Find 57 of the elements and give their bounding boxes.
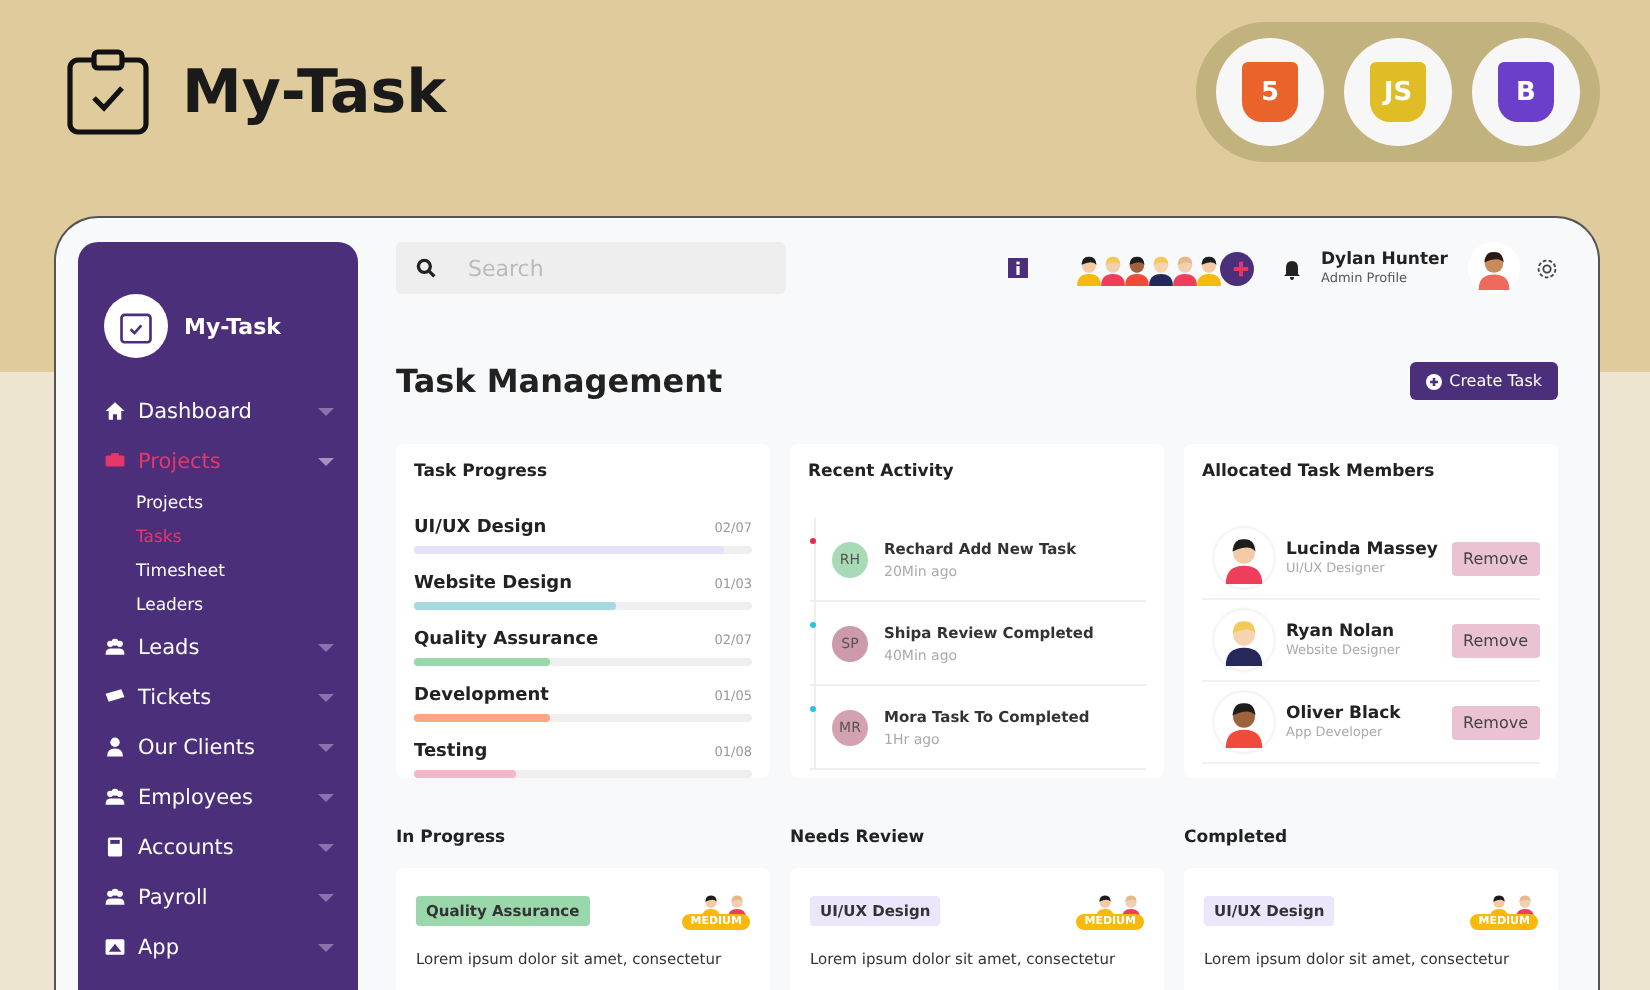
page-title: Task Management	[396, 362, 723, 400]
card-title: Recent Activity	[808, 462, 956, 482]
person-icon	[104, 736, 126, 758]
team-avatar-icon	[1167, 251, 1201, 285]
picture-icon	[104, 936, 126, 958]
progress-label: Development	[414, 686, 549, 706]
member-name: Ryan Nolan	[1286, 622, 1397, 642]
sidebar-item[interactable]: Our Clients	[104, 722, 358, 772]
card-title: Task Progress	[414, 462, 550, 482]
sidebar-item[interactable]: Tickets	[104, 672, 358, 722]
sidebar-item[interactable]: Employees	[104, 772, 358, 822]
team-avatar-icon	[1071, 251, 1105, 285]
add-member-icon[interactable]	[1219, 251, 1253, 285]
calculator-icon	[104, 836, 126, 858]
settings-icon[interactable]	[1536, 257, 1558, 279]
home-icon	[104, 400, 126, 422]
progress-label: Website Design	[414, 574, 573, 594]
js-logo-icon: JS	[1344, 38, 1452, 146]
progress-label: Testing	[414, 742, 488, 762]
column-title: In Progress	[396, 828, 508, 848]
clipboard-check-icon	[66, 48, 150, 136]
bootstrap-logo-icon: B	[1472, 38, 1580, 146]
progress-label: UI/UX Design	[414, 518, 547, 538]
sidebar-item[interactable]: Leads	[104, 622, 358, 672]
member-name: Oliver Black	[1286, 704, 1401, 724]
clipboard-logo-icon	[104, 294, 168, 358]
member-name: Lucinda Massey	[1286, 540, 1438, 560]
sidebar-item[interactable]: App	[104, 922, 358, 972]
brand-name: My-Task	[184, 313, 281, 339]
create-task-button[interactable]: Create Task	[1409, 362, 1558, 400]
remove-button[interactable]: Remove	[1451, 541, 1540, 575]
sidebar-item[interactable]: Dashboard	[104, 386, 358, 436]
team-avatar-icon	[1143, 251, 1177, 285]
html-logo-icon: 5	[1216, 38, 1324, 146]
column-title: Needs Review	[790, 828, 927, 848]
sidebar-item[interactable]: Accounts	[104, 822, 358, 872]
people-icon	[104, 886, 126, 908]
user-name: Dylan Hunter	[1321, 250, 1448, 270]
submenu-item[interactable]: Leaders	[104, 588, 358, 622]
submenu-item[interactable]: Timesheet	[104, 554, 358, 588]
submenu-item[interactable]: Projects	[104, 486, 358, 520]
app-title: My-Task	[182, 57, 447, 127]
team-avatar-icon	[1095, 251, 1129, 285]
plus-circle-icon	[1425, 373, 1442, 389]
card-title: Allocated Task Members	[1202, 462, 1437, 482]
folder-icon	[104, 450, 126, 472]
remove-button[interactable]: Remove	[1451, 623, 1540, 657]
progress-label: Quality Assurance	[414, 630, 599, 650]
people-icon	[104, 636, 126, 658]
team-avatar-icon	[1191, 251, 1225, 285]
bell-icon[interactable]	[1281, 257, 1301, 279]
people-icon	[104, 786, 126, 808]
remove-button[interactable]: Remove	[1451, 705, 1540, 739]
search-icon	[416, 258, 436, 278]
team-avatar-icon	[1119, 251, 1153, 285]
column-title: Completed	[1184, 828, 1290, 848]
sidebar-item[interactable]: Payroll	[104, 872, 358, 922]
